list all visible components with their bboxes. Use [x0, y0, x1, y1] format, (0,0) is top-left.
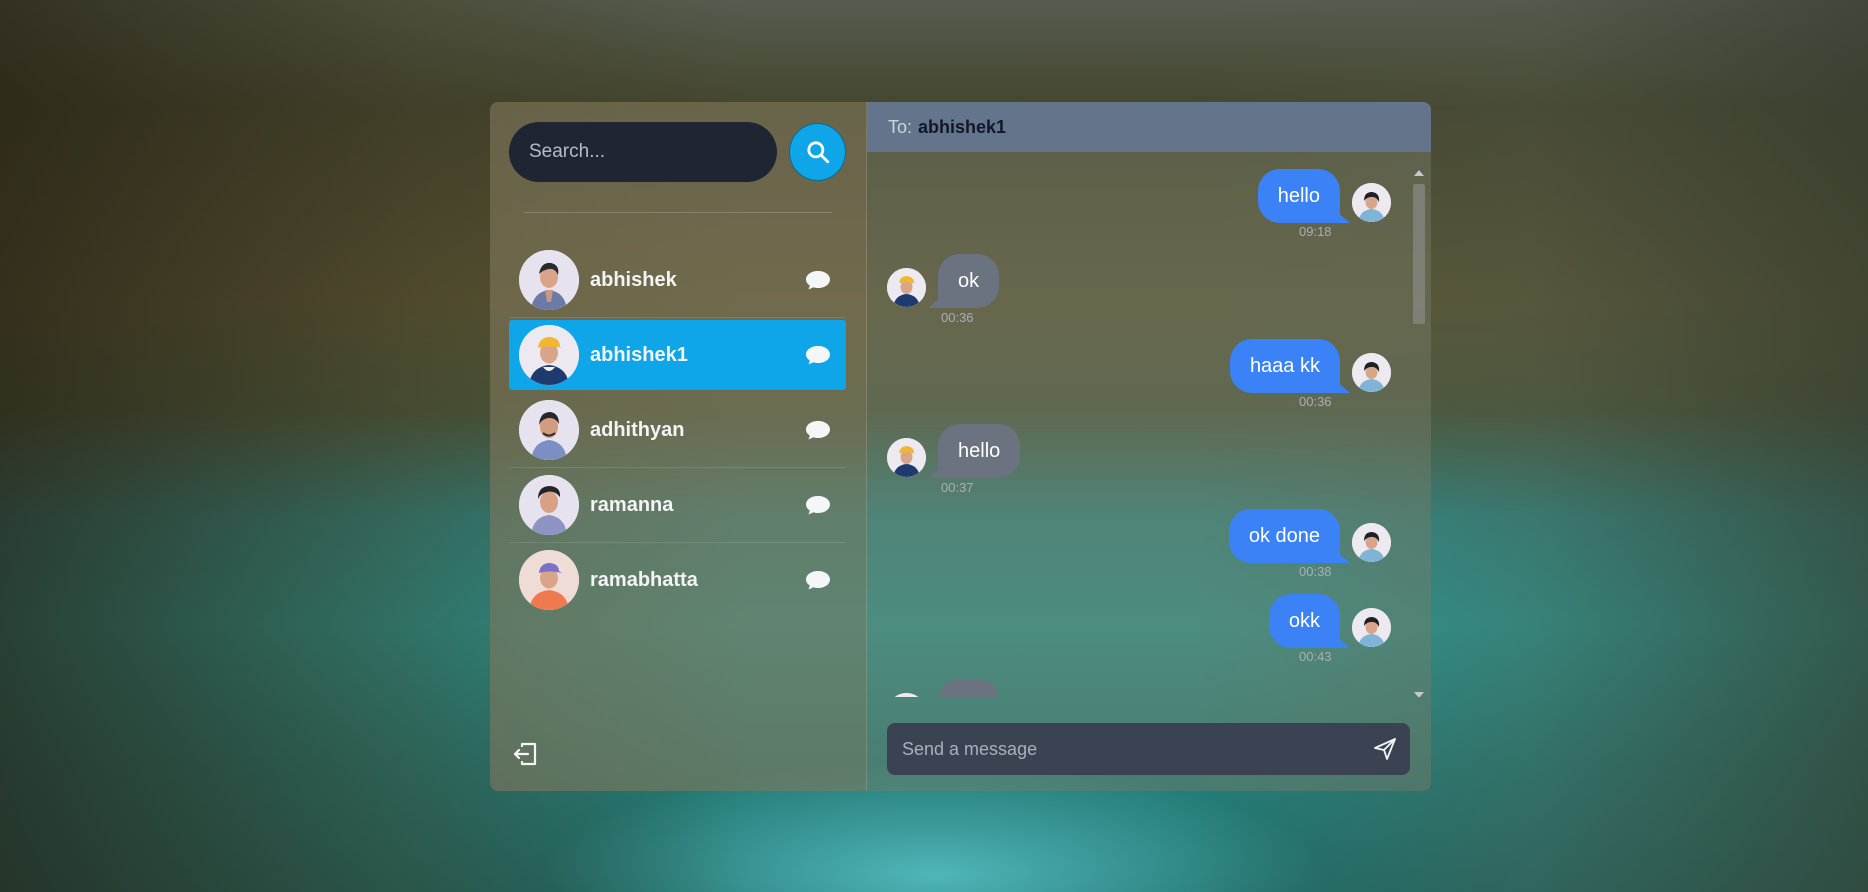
- message-scrollbar[interactable]: [1411, 170, 1425, 697]
- message-composer: [887, 723, 1410, 775]
- message-time: 00:38: [1299, 564, 1332, 579]
- message-bubble: ok done: [1228, 509, 1351, 563]
- search-button[interactable]: [789, 123, 846, 181]
- avatar: [519, 250, 579, 310]
- avatar: [519, 550, 579, 610]
- user-name: adhithyan: [590, 418, 685, 441]
- search-row: [509, 122, 846, 182]
- chat-bubble-icon: [806, 571, 830, 590]
- message-bubble: hello: [1257, 169, 1351, 223]
- message-time: 00:36: [941, 310, 974, 325]
- avatar: [1352, 608, 1391, 647]
- message-outgoing: ok done: [1228, 509, 1391, 563]
- search-input[interactable]: [509, 122, 777, 182]
- logout-icon[interactable]: [511, 740, 539, 768]
- message-time: 00:36: [1299, 394, 1332, 409]
- chat-bubble-icon: [806, 496, 830, 515]
- message-incoming: hello: [887, 424, 1021, 478]
- user-name: abhishek: [590, 268, 677, 291]
- message-bubble: okk: [1268, 594, 1351, 648]
- message-outgoing: haaa kk: [1229, 339, 1391, 393]
- user-item-abhishek1[interactable]: abhishek1: [509, 320, 846, 390]
- chat-app-window: abhishek abhishek1: [490, 102, 1431, 791]
- message-incoming: ok: [887, 254, 1000, 308]
- scroll-down-arrow-icon[interactable]: [1414, 692, 1424, 697]
- message-list: hello 09:18 ok 00:36 haaa kk 00:36 hello…: [867, 152, 1431, 697]
- message-bubble: hello: [927, 424, 1021, 478]
- message-incoming: hy: [887, 679, 1000, 697]
- user-name: abhishek1: [590, 343, 688, 366]
- message-time: 09:18: [1299, 224, 1332, 239]
- chat-bubble-icon: [806, 271, 830, 290]
- chat-bubble-icon: [806, 421, 830, 440]
- message-time: 00:37: [941, 480, 974, 495]
- avatar: [1352, 523, 1391, 562]
- recipient-name: abhishek1: [918, 116, 1007, 137]
- chat-panel: To: abhishek1 hello 09:18 ok 00:36 haaa …: [867, 102, 1431, 791]
- user-name: ramabhatta: [590, 568, 698, 591]
- avatar: [887, 693, 926, 697]
- sidebar: abhishek abhishek1: [490, 102, 867, 791]
- user-name: ramanna: [590, 493, 674, 516]
- message-outgoing: hello: [1257, 169, 1391, 223]
- avatar: [887, 268, 926, 307]
- avatar: [519, 400, 579, 460]
- message-bubble: haaa kk: [1229, 339, 1351, 393]
- sidebar-divider: [523, 212, 832, 213]
- avatar: [519, 325, 579, 385]
- message-bubble: ok: [927, 254, 1000, 308]
- message-input[interactable]: [900, 737, 1372, 761]
- user-list: abhishek abhishek1 adhithyan ramanna ram…: [509, 245, 846, 620]
- to-label: To:: [888, 116, 913, 137]
- message-bubble: hy: [938, 679, 1000, 697]
- message-time: 00:43: [1299, 649, 1332, 664]
- user-item-ramanna[interactable]: ramanna: [509, 470, 846, 543]
- chat-header: To: abhishek1: [867, 102, 1431, 152]
- avatar: [519, 475, 579, 535]
- scroll-thumb[interactable]: [1413, 184, 1425, 324]
- user-item-abhishek[interactable]: abhishek: [509, 245, 846, 318]
- chat-bubble-icon: [806, 346, 830, 365]
- avatar: [887, 438, 926, 477]
- user-item-ramabhatta[interactable]: ramabhatta: [509, 545, 846, 615]
- send-icon[interactable]: [1372, 736, 1398, 762]
- message-outgoing: okk: [1268, 594, 1391, 648]
- avatar: [1352, 183, 1391, 222]
- scroll-up-arrow-icon[interactable]: [1414, 170, 1424, 176]
- user-item-adhithyan[interactable]: adhithyan: [509, 395, 846, 468]
- search-icon: [806, 141, 829, 164]
- avatar: [1352, 353, 1391, 392]
